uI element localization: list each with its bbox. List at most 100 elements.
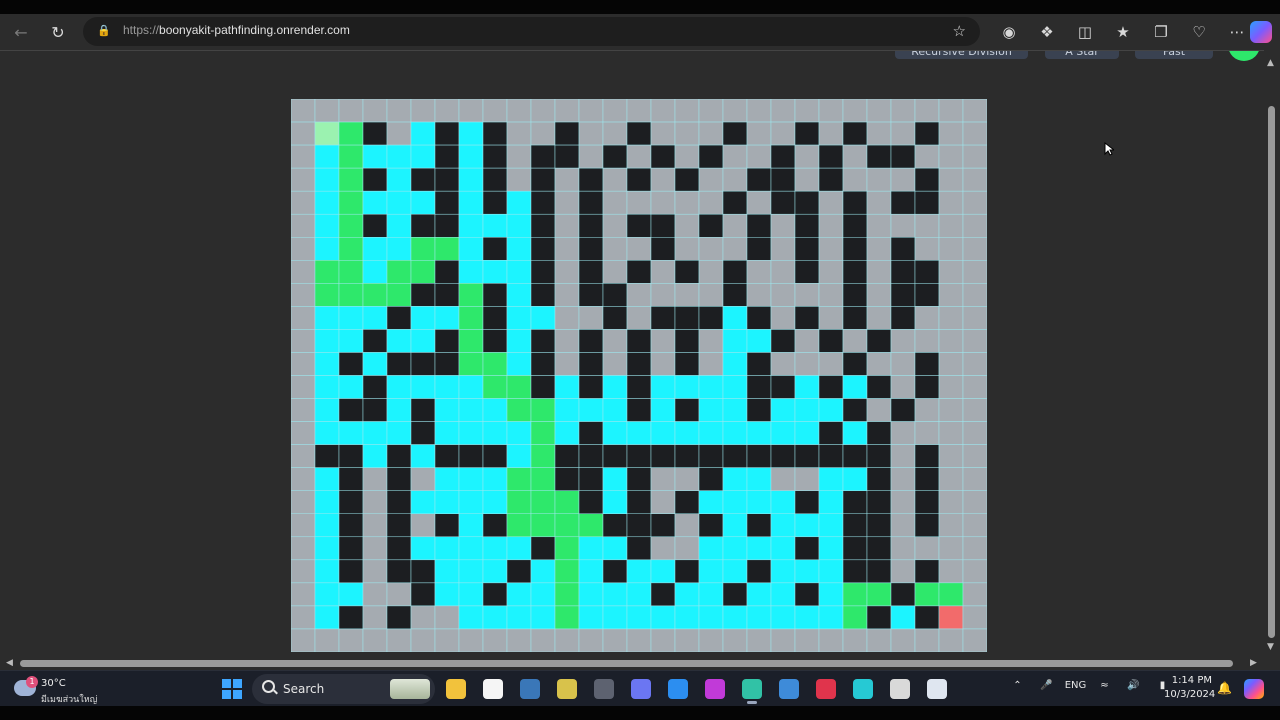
grid-cell[interactable] [794,306,820,330]
grid-cell[interactable] [890,167,916,192]
grid-cell[interactable] [842,99,868,123]
grid-cell[interactable] [818,352,844,376]
horizontal-scroll-thumb[interactable] [20,660,1233,667]
grid-cell[interactable] [434,352,460,376]
grid-cell[interactable] [650,490,676,514]
grid-cell[interactable] [626,513,652,538]
grid-cell[interactable] [458,582,484,607]
grid-cell[interactable] [650,167,676,192]
grid-cell[interactable] [291,421,316,445]
grid-cell[interactable] [458,306,484,330]
grid-cell[interactable] [770,605,796,630]
favorites-icon[interactable]: ★ [1104,20,1142,44]
grid-cell[interactable] [770,444,796,468]
grid-cell[interactable] [554,329,580,353]
grid-cell[interactable] [458,490,484,514]
grid-cell[interactable] [602,237,628,261]
grid-cell[interactable] [722,306,748,330]
grid-cell[interactable] [602,398,628,422]
grid-cell[interactable] [386,444,412,468]
grid-cell[interactable] [626,329,652,353]
grid-cell[interactable] [698,260,724,284]
grid-cell[interactable] [938,513,964,538]
grid-cell[interactable] [554,260,580,284]
grid-cell[interactable] [674,605,700,630]
grid-cell[interactable] [746,306,772,330]
refresh-icon[interactable]: ↻ [45,21,71,43]
grid-cell[interactable] [818,121,844,146]
grid-cell[interactable] [962,99,987,123]
grid-cell[interactable] [386,121,412,146]
grid-cell[interactable] [530,444,556,468]
grid-cell[interactable] [746,213,772,238]
grid-cell[interactable] [770,375,796,399]
grid-cell[interactable] [434,121,460,146]
grid-cell[interactable] [794,190,820,215]
grid-cell[interactable] [914,605,940,630]
grid-cell[interactable] [602,213,628,238]
grid-cell[interactable] [410,190,436,215]
grid-cell[interactable] [674,306,700,330]
grid-cell[interactable] [410,283,436,307]
grid-cell[interactable] [842,582,868,607]
grid-cell[interactable] [938,237,964,261]
grid-cell[interactable] [962,190,987,215]
grid-cell[interactable] [770,213,796,238]
grid-cell[interactable] [291,628,316,652]
grid-cell[interactable] [410,237,436,261]
grid-cell[interactable] [458,213,484,238]
grid-cell[interactable] [674,144,700,169]
grid-cell[interactable] [506,536,532,561]
grid-cell[interactable] [626,605,652,630]
grid-cell[interactable] [938,582,964,607]
grid-cell[interactable] [890,559,916,584]
grid-cell[interactable] [698,398,724,422]
grid-cell[interactable] [842,467,868,491]
grid-cell[interactable] [482,467,508,491]
grid-cell[interactable] [338,121,364,146]
grid-cell[interactable] [794,628,820,652]
scroll-left-icon[interactable]: ◀ [6,658,13,668]
grid-cell[interactable] [794,559,820,584]
grid-cell[interactable] [962,260,987,284]
grid-cell[interactable] [890,190,916,215]
grid-cell[interactable] [842,628,868,652]
grid-cell[interactable] [818,260,844,284]
grid-cell[interactable] [842,260,868,284]
grid-cell[interactable] [602,352,628,376]
grid-cell[interactable] [650,237,676,261]
grid-cell[interactable] [722,490,748,514]
grid-cell[interactable] [410,605,436,630]
grid-cell[interactable] [794,605,820,630]
grid-cell[interactable] [338,213,364,238]
taskbar-search[interactable]: Search [252,674,435,704]
grid-cell[interactable] [602,329,628,353]
grid-cell[interactable] [698,467,724,491]
grid-cell[interactable] [914,99,940,123]
grid-cell[interactable] [626,467,652,491]
grid-cell[interactable] [866,513,892,538]
grid-cell[interactable] [482,398,508,422]
grid-cell[interactable] [578,283,604,307]
grid-cell[interactable] [698,582,724,607]
grid-cell[interactable] [698,605,724,630]
grid-cell[interactable] [506,444,532,468]
algorithm-maze-button[interactable]: Recursive Division [895,51,1028,59]
grid-cell[interactable] [554,144,580,169]
grid-cell[interactable] [626,375,652,399]
grid-cell[interactable] [434,628,460,652]
grid-cell[interactable] [746,167,772,192]
grid-cell[interactable] [314,375,340,399]
grid-cell[interactable] [291,329,316,353]
start-icon[interactable] [222,679,242,699]
grid-cell[interactable] [626,190,652,215]
grid-cell[interactable] [554,237,580,261]
grid-cell[interactable] [866,536,892,561]
grid-cell[interactable] [434,329,460,353]
grid-cell[interactable] [362,513,388,538]
grid-cell[interactable] [291,605,316,630]
grid-cell[interactable] [626,559,652,584]
grid-cell[interactable] [650,513,676,538]
grid-cell[interactable] [626,352,652,376]
grid-cell[interactable] [410,99,436,123]
